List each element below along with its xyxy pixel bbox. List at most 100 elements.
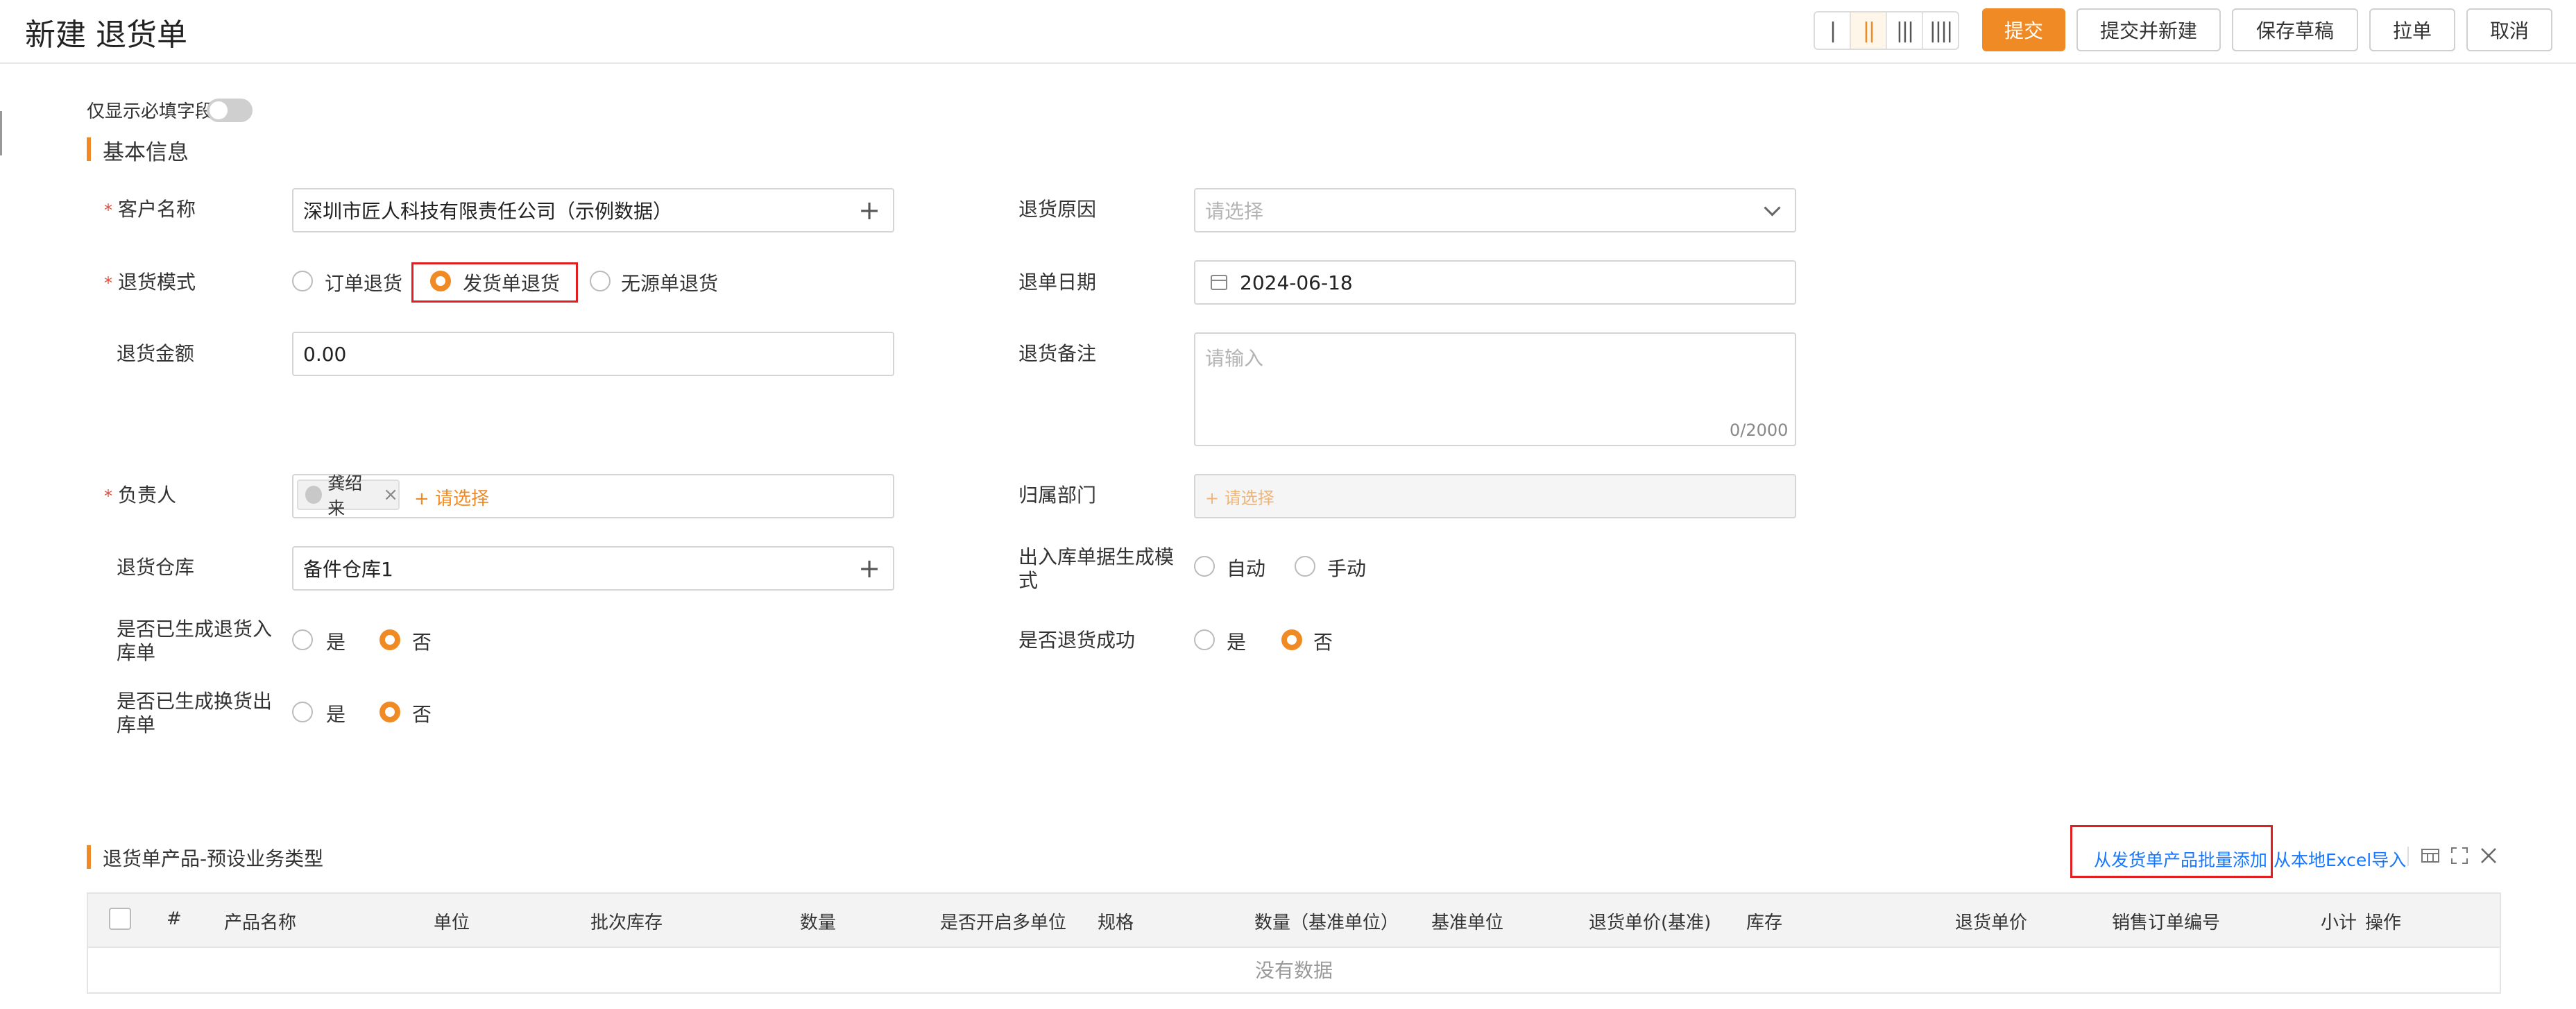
add-icon[interactable]: + — [858, 197, 880, 223]
chevron-down-icon — [1764, 199, 1781, 217]
products-section-title: 退货单产品-预设业务类型 — [103, 847, 324, 870]
basic-info-title: 基本信息 — [103, 140, 189, 165]
side-panel-handle[interactable] — [0, 111, 2, 155]
column-settings-icon[interactable] — [2420, 845, 2441, 870]
owner-label: * 负责人 — [104, 484, 176, 508]
success-no-text: 否 — [1313, 631, 1333, 654]
gen-in-no-radio[interactable] — [379, 629, 400, 650]
gen-out-yes-text: 是 — [326, 703, 346, 726]
col-multi-unit[interactable]: 是否开启多单位 — [940, 908, 1066, 934]
col-sales-order-no[interactable]: 销售订单编号 — [2112, 908, 2220, 934]
warehouse-input[interactable]: 备件仓库1 + — [292, 546, 894, 591]
gen-in-no-text: 否 — [412, 631, 432, 654]
toolbar-divider — [2407, 847, 2409, 866]
avatar — [305, 486, 323, 504]
gen-in-label: 是否已生成退货入 库单 — [117, 618, 272, 665]
success-no-radio[interactable] — [1281, 629, 1302, 650]
gen-out-label-line2: 库单 — [117, 713, 156, 736]
date-input[interactable]: 2024-06-18 — [1194, 260, 1796, 305]
customer-label: * 客户名称 — [104, 198, 196, 222]
reason-placeholder: 请选择 — [1205, 200, 1264, 223]
gen-in-yes-radio[interactable] — [292, 629, 313, 650]
layout-3-column-button[interactable]: ||| — [1887, 12, 1923, 49]
mode-order-text: 订单退货 — [325, 272, 403, 295]
col-unit[interactable]: 单位 — [434, 908, 470, 934]
toggle-knob — [210, 101, 228, 119]
warehouse-label: 退货仓库 — [117, 556, 195, 579]
col-product-name[interactable]: 产品名称 — [224, 908, 296, 934]
col-spec[interactable]: 规格 — [1098, 908, 1134, 934]
layout-4-column-button[interactable]: |||| — [1923, 12, 1958, 49]
remark-label: 退货备注 — [1018, 342, 1097, 365]
dept-field: + 请选择 — [1194, 474, 1796, 518]
owner-add-link[interactable]: + 请选择 — [414, 484, 489, 510]
layout-1-column-button[interactable]: | — [1815, 12, 1851, 49]
mode-delivery-text: 发货单退货 — [463, 272, 561, 295]
required-mark: * — [104, 201, 112, 220]
fullscreen-icon[interactable] — [2449, 845, 2470, 870]
reason-select[interactable]: 请选择 — [1194, 188, 1796, 232]
submit-button[interactable]: 提交 — [1982, 8, 2065, 51]
mode-label-text: 退货模式 — [118, 271, 196, 294]
io-mode-auto-radio[interactable] — [1194, 556, 1215, 577]
col-base-unit-price[interactable]: 退货单价(基准) — [1589, 908, 1711, 934]
pull-order-button[interactable]: 拉单 — [2369, 8, 2455, 51]
required-mark: * — [104, 273, 112, 293]
section-marker — [87, 137, 91, 161]
select-all-checkbox[interactable] — [109, 908, 131, 930]
success-yes-text: 是 — [1227, 631, 1247, 654]
gen-out-no-radio[interactable] — [379, 702, 400, 722]
remark-placeholder: 请输入 — [1205, 347, 1264, 370]
col-base-unit[interactable]: 基准单位 — [1431, 908, 1503, 934]
layout-2-column-button[interactable]: || — [1851, 12, 1887, 49]
date-label: 退单日期 — [1018, 271, 1097, 294]
amount-input[interactable]: 0.00 — [292, 332, 894, 376]
batch-add-from-delivery-link[interactable]: 从发货单产品批量添加 — [2094, 847, 2267, 872]
customer-input[interactable]: 深圳市匠人科技有限责任公司（示例数据） + — [292, 188, 894, 232]
mode-nosource-text: 无源单退货 — [621, 272, 719, 295]
customer-label-text: 客户名称 — [118, 198, 196, 221]
close-icon[interactable]: × — [383, 484, 398, 505]
owner-label-text: 负责人 — [118, 484, 177, 507]
gen-in-label-line2: 库单 — [117, 641, 156, 664]
dept-label: 归属部门 — [1018, 484, 1097, 507]
amount-label: 退货金额 — [117, 342, 195, 365]
mode-nosource-radio[interactable] — [590, 271, 611, 291]
col-index: # — [167, 908, 182, 929]
date-value: 2024-06-18 — [1240, 271, 1353, 294]
customer-value: 深圳市匠人科技有限责任公司（示例数据） — [303, 200, 673, 223]
gen-in-label-line1: 是否已生成退货入 — [117, 618, 273, 641]
col-base-quantity[interactable]: 数量（基准单位） — [1254, 908, 1399, 934]
gen-out-no-text: 否 — [412, 703, 432, 726]
cancel-button[interactable]: 取消 — [2466, 8, 2552, 51]
col-stock[interactable]: 库存 — [1746, 908, 1782, 934]
calendar-icon — [1211, 275, 1227, 290]
success-label: 是否退货成功 — [1018, 629, 1136, 652]
close-icon[interactable] — [2478, 845, 2499, 870]
save-draft-button[interactable]: 保存草稿 — [2232, 8, 2358, 51]
add-icon[interactable]: + — [858, 555, 880, 582]
col-subtotal[interactable]: 小计 — [2321, 908, 2357, 934]
io-mode-manual-text: 手动 — [1327, 557, 1367, 580]
success-yes-radio[interactable] — [1194, 629, 1215, 650]
io-mode-manual-radio[interactable] — [1295, 556, 1315, 577]
io-mode-label: 出入库单据生成模式 — [1018, 545, 1174, 593]
col-quantity[interactable]: 数量 — [800, 908, 836, 934]
gen-out-yes-radio[interactable] — [292, 702, 313, 722]
gen-out-label: 是否已生成换货出 库单 — [117, 690, 272, 737]
owner-tag: 龚绍来 × — [297, 473, 400, 518]
mode-order-radio[interactable] — [292, 271, 313, 291]
col-unit-price[interactable]: 退货单价 — [1955, 908, 2027, 934]
warehouse-value: 备件仓库1 — [303, 558, 393, 581]
io-mode-label-line1: 出入库单据生成模 — [1018, 545, 1175, 568]
table-empty-state: 没有数据 — [87, 947, 2501, 994]
remark-textarea[interactable]: 请输入 — [1194, 332, 1796, 446]
submit-and-new-button[interactable]: 提交并新建 — [2076, 8, 2221, 51]
required-only-label: 仅显示必填字段 — [87, 101, 214, 122]
io-mode-label-line2: 式 — [1018, 569, 1039, 592]
import-excel-link[interactable]: 从本地Excel导入 — [2274, 847, 2406, 872]
gen-in-yes-text: 是 — [326, 631, 346, 654]
col-batch-stock[interactable]: 批次库存 — [590, 908, 663, 934]
mode-delivery-radio[interactable] — [430, 271, 451, 291]
dept-add-link: + 请选择 — [1205, 488, 1274, 508]
